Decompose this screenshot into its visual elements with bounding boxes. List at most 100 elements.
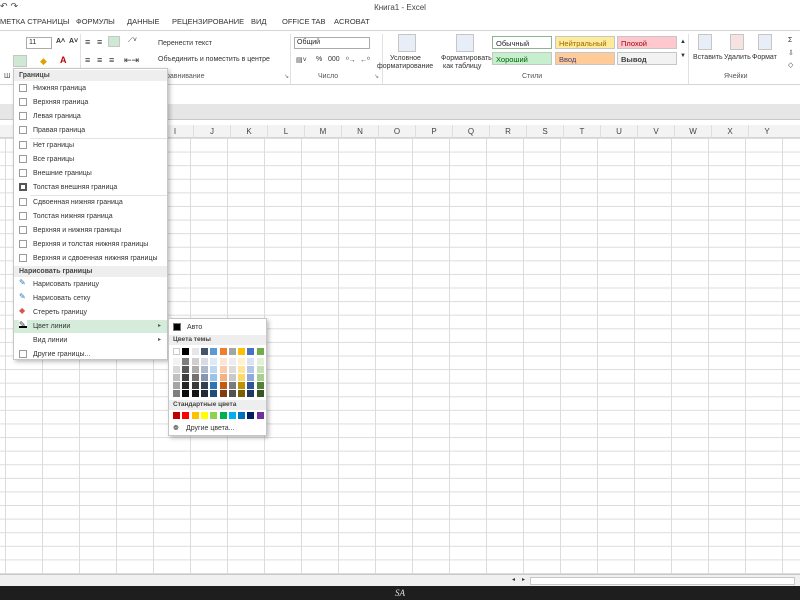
menu-item-line-style[interactable]: Вид линии ▸ xyxy=(14,334,167,347)
column-header-s[interactable]: S xyxy=(526,125,563,138)
theme-color-swatch[interactable] xyxy=(191,348,199,355)
align-left-icon[interactable]: ≡ xyxy=(85,55,90,65)
theme-color-shade-swatch[interactable] xyxy=(173,358,180,365)
column-header-n[interactable]: N xyxy=(341,125,378,138)
menu-item-all-borders[interactable]: Все границы xyxy=(14,153,167,166)
format-cells-button[interactable]: Формат xyxy=(752,54,777,61)
conditional-format-icon[interactable] xyxy=(398,34,416,52)
automatic-color-swatch[interactable] xyxy=(173,323,181,331)
theme-color-shade-swatch[interactable] xyxy=(238,382,246,389)
theme-color-shade-swatch[interactable] xyxy=(173,366,180,373)
column-header-x[interactable]: X xyxy=(711,125,748,138)
tab-data[interactable]: ДАННЫЕ xyxy=(127,17,160,26)
format-as-table-label-2[interactable]: как таблицу xyxy=(443,63,481,70)
menu-item-erase-border[interactable]: ◆ Стереть границу xyxy=(14,306,167,319)
sheet-scroll-right-icon[interactable]: ▸ xyxy=(522,576,525,583)
menu-item-top-border[interactable]: Верхняя граница xyxy=(14,96,167,109)
standard-color-swatch[interactable] xyxy=(173,412,180,419)
theme-color-shade-swatch[interactable] xyxy=(238,374,246,381)
align-right-icon[interactable]: ≡ xyxy=(109,55,114,65)
column-header-q[interactable]: Q xyxy=(452,125,489,138)
thousands-button[interactable]: 000 xyxy=(328,56,340,63)
column-header-j[interactable]: J xyxy=(193,125,230,138)
style-normal[interactable]: Обычный xyxy=(492,36,552,49)
theme-color-shade-swatch[interactable] xyxy=(228,366,236,373)
theme-color-shade-swatch[interactable] xyxy=(200,358,208,365)
theme-color-shade-swatch[interactable] xyxy=(182,366,190,373)
menu-item-top-double-bottom-border[interactable]: Верхняя и сдвоенная нижняя границы xyxy=(14,252,167,265)
standard-color-swatch[interactable] xyxy=(228,412,236,419)
theme-color-shade-swatch[interactable] xyxy=(219,390,227,397)
increase-decimal-icon[interactable]: ⁰→ xyxy=(346,56,356,64)
theme-color-shade-swatch[interactable] xyxy=(210,382,218,389)
menu-item-outside-borders[interactable]: Внешние границы xyxy=(14,167,167,180)
theme-color-shade-swatch[interactable] xyxy=(219,382,227,389)
theme-color-swatch[interactable] xyxy=(173,348,180,355)
theme-color-swatch[interactable] xyxy=(219,348,227,355)
column-header-y[interactable]: Y xyxy=(748,125,785,138)
shrink-font-icon[interactable]: A˅ xyxy=(69,38,78,45)
delete-cells-button[interactable]: Удалить xyxy=(724,54,751,61)
theme-color-shade-swatch[interactable] xyxy=(191,390,199,397)
theme-color-shade-swatch[interactable] xyxy=(228,382,236,389)
theme-color-shade-swatch[interactable] xyxy=(256,358,264,365)
currency-icon[interactable]: ▤˅ xyxy=(296,56,307,64)
theme-color-swatch[interactable] xyxy=(182,348,190,355)
orientation-icon[interactable]: ⟋˅ xyxy=(128,37,137,45)
style-good[interactable]: Хороший xyxy=(492,52,552,65)
theme-color-shade-swatch[interactable] xyxy=(238,358,246,365)
theme-color-swatch[interactable] xyxy=(256,348,264,355)
menu-item-double-bottom-border[interactable]: Сдвоенная нижняя граница xyxy=(14,196,167,209)
number-dialog-icon[interactable]: ↘ xyxy=(374,73,379,80)
column-header-t[interactable]: T xyxy=(563,125,600,138)
format-as-table-icon[interactable] xyxy=(456,34,474,52)
menu-item-right-border[interactable]: Правая граница xyxy=(14,124,167,137)
theme-color-shade-swatch[interactable] xyxy=(256,366,264,373)
align-top-icon[interactable]: ≡ xyxy=(85,37,90,47)
column-header-r[interactable]: R xyxy=(489,125,526,138)
theme-color-shade-swatch[interactable] xyxy=(247,382,255,389)
conditional-format-label-2[interactable]: форматирование xyxy=(377,63,433,70)
align-center-icon[interactable]: ≡ xyxy=(97,55,102,65)
standard-color-swatch[interactable] xyxy=(238,412,246,419)
menu-item-thick-bottom-border[interactable]: Толстая нижняя граница xyxy=(14,210,167,223)
theme-color-shade-swatch[interactable] xyxy=(247,374,255,381)
horizontal-scrollbar[interactable] xyxy=(530,577,795,585)
tab-formulas[interactable]: ФОРМУЛЫ xyxy=(76,17,115,26)
borders-button-icon[interactable] xyxy=(13,55,27,67)
style-bad[interactable]: Плохой xyxy=(617,36,677,49)
theme-color-shade-swatch[interactable] xyxy=(256,390,264,397)
menu-item-thick-box-border[interactable]: Толстая внешняя граница xyxy=(14,181,167,194)
theme-color-shade-swatch[interactable] xyxy=(200,390,208,397)
theme-color-shade-swatch[interactable] xyxy=(247,390,255,397)
theme-color-shade-swatch[interactable] xyxy=(228,390,236,397)
theme-color-swatch[interactable] xyxy=(238,348,246,355)
merge-center-button[interactable]: Объединить и поместить в центре xyxy=(158,56,270,63)
align-middle-icon[interactable]: ≡ xyxy=(97,37,102,47)
menu-item-draw-border-grid[interactable]: ✎ Нарисовать сетку xyxy=(14,292,167,305)
tab-acrobat[interactable]: ACROBAT xyxy=(334,17,370,26)
column-header-o[interactable]: O xyxy=(378,125,415,138)
theme-color-shade-swatch[interactable] xyxy=(173,374,180,381)
theme-color-shade-swatch[interactable] xyxy=(182,390,190,397)
theme-color-shade-swatch[interactable] xyxy=(182,358,190,365)
theme-color-shade-swatch[interactable] xyxy=(238,366,246,373)
theme-color-shade-swatch[interactable] xyxy=(191,374,199,381)
theme-color-shade-swatch[interactable] xyxy=(200,382,208,389)
theme-color-shade-swatch[interactable] xyxy=(219,374,227,381)
styles-scroll-up-icon[interactable]: ▲ xyxy=(680,39,686,45)
indent-icon[interactable]: ⇤⇥ xyxy=(124,55,139,66)
grow-font-icon[interactable]: A˄ xyxy=(56,38,65,45)
theme-color-swatch[interactable] xyxy=(228,348,236,355)
theme-color-shade-swatch[interactable] xyxy=(210,390,218,397)
fill-icon[interactable]: ⇩ xyxy=(788,49,794,57)
column-header-p[interactable]: P xyxy=(415,125,452,138)
decrease-decimal-icon[interactable]: ←⁰ xyxy=(360,56,370,64)
autosum-icon[interactable]: Σ xyxy=(788,37,792,44)
styles-scroll-down-icon[interactable]: ▼ xyxy=(680,53,686,59)
tab-office-tab[interactable]: OFFICE TAB xyxy=(282,17,325,26)
theme-color-shade-swatch[interactable] xyxy=(228,374,236,381)
theme-color-shade-swatch[interactable] xyxy=(182,374,190,381)
theme-color-shade-swatch[interactable] xyxy=(200,374,208,381)
column-header-l[interactable]: L xyxy=(267,125,304,138)
